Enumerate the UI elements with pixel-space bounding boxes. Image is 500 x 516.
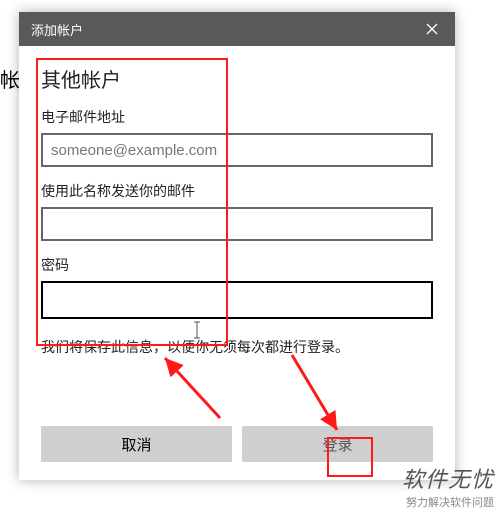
- password-field[interactable]: [41, 281, 433, 319]
- dialog-title: 添加帐户: [31, 20, 83, 39]
- close-icon: [426, 23, 438, 35]
- titlebar: 添加帐户: [19, 12, 455, 46]
- email-label: 电子邮件地址: [41, 107, 433, 127]
- watermark: 软件无忧 努力解决软件问题: [402, 462, 494, 510]
- email-field[interactable]: [41, 133, 433, 167]
- display-name-label: 使用此名称发送你的邮件: [41, 181, 433, 201]
- watermark-title: 软件无忧: [402, 462, 494, 494]
- password-label: 密码: [41, 255, 433, 275]
- dialog-footer: 取消 登录: [19, 426, 455, 480]
- cancel-button[interactable]: 取消: [41, 426, 232, 462]
- save-note: 我们将保存此信息，以便你无须每次都进行登录。: [41, 337, 433, 357]
- dialog-body: 其他帐户 电子邮件地址 使用此名称发送你的邮件 密码 我们将保存此信息，以便你无…: [19, 46, 455, 426]
- display-name-field[interactable]: [41, 207, 433, 241]
- watermark-subtitle: 努力解决软件问题: [402, 494, 494, 510]
- section-title: 其他帐户: [41, 64, 433, 93]
- close-button[interactable]: [409, 12, 455, 46]
- add-account-dialog: 添加帐户 其他帐户 电子邮件地址 使用此名称发送你的邮件 密码 我们将保存此信息…: [19, 12, 455, 480]
- signin-button[interactable]: 登录: [242, 426, 433, 462]
